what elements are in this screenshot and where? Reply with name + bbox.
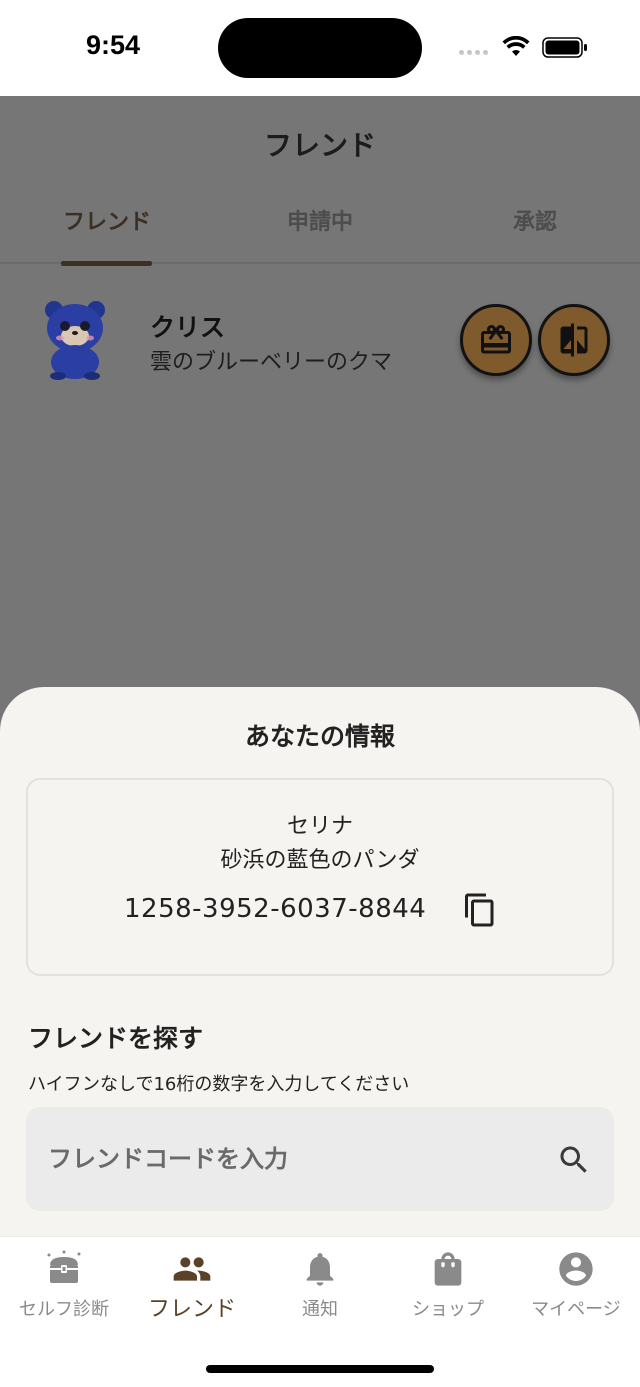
search-icon[interactable] — [556, 1142, 592, 1178]
your-info-sheet: あなたの情報 セリナ 砂浜の藍色のパンダ 1258-3952-6037-8844… — [0, 687, 640, 1247]
bell-icon — [306, 1253, 334, 1286]
treasure-chest-icon — [47, 1250, 81, 1283]
friend-code-input[interactable] — [48, 1137, 528, 1181]
status-bar: 9:54 — [0, 0, 640, 96]
gift-card-icon — [481, 325, 511, 354]
account-circle-icon — [559, 1252, 593, 1286]
friend-tabs: フレンド 申請中 承認 — [0, 204, 640, 264]
sheet-title: あなたの情報 — [244, 722, 395, 751]
nav-shop[interactable]: ショップ — [384, 1237, 512, 1337]
my-info-card: セリナ 砂浜の藍色のパンダ 1258-3952-6037-8844 — [26, 778, 614, 976]
send-gift-button[interactable] — [460, 304, 532, 376]
compare-button[interactable] — [538, 304, 610, 376]
nav-label: フレンド — [147, 1297, 236, 1322]
find-friend-title: フレンドを探す — [28, 1024, 204, 1053]
my-friend-code: 1258-3952-6037-8844 — [124, 894, 427, 924]
active-tab-indicator — [61, 261, 152, 266]
page-title: フレンド — [263, 129, 376, 162]
dynamic-island — [218, 18, 422, 78]
shopping-bag-icon — [434, 1252, 462, 1286]
nav-label: ショップ — [412, 1299, 484, 1320]
wifi-icon — [502, 36, 530, 56]
tab-approve[interactable]: 承認 — [490, 204, 580, 262]
nav-my-page[interactable]: マイページ — [512, 1237, 640, 1337]
friend-animal-title: 雲のブルーベリーのクマ — [150, 350, 393, 375]
tab-friends[interactable]: フレンド — [56, 204, 158, 262]
friend-code-search-box — [26, 1107, 614, 1211]
nav-label: セルフ診断 — [19, 1299, 109, 1320]
my-animal-title: 砂浜の藍色のパンダ — [220, 848, 420, 873]
friend-list-item[interactable]: クリス 雲のブルーベリーのクマ — [0, 296, 640, 386]
nav-notifications[interactable]: 通知 — [256, 1237, 384, 1337]
people-icon — [173, 1257, 211, 1281]
battery-icon — [542, 37, 587, 58]
cellular-signal-icon — [459, 50, 488, 55]
nav-friends[interactable]: フレンド — [128, 1237, 256, 1337]
compare-icon — [560, 323, 588, 357]
blue-bear-avatar — [45, 301, 105, 380]
nav-label: マイページ — [531, 1299, 621, 1320]
nav-self-diagnosis[interactable]: セルフ診断 — [0, 1237, 128, 1337]
status-time: 9:54 — [86, 30, 141, 60]
copy-icon[interactable] — [462, 892, 498, 928]
friend-name: クリス — [150, 313, 226, 342]
home-indicator[interactable] — [206, 1365, 434, 1373]
my-name: セリナ — [286, 814, 353, 839]
find-friend-hint: ハイフンなしで16桁の数字を入力してください — [28, 1074, 410, 1095]
nav-label: 通知 — [302, 1299, 338, 1320]
tab-pending[interactable]: 申請中 — [270, 204, 370, 262]
